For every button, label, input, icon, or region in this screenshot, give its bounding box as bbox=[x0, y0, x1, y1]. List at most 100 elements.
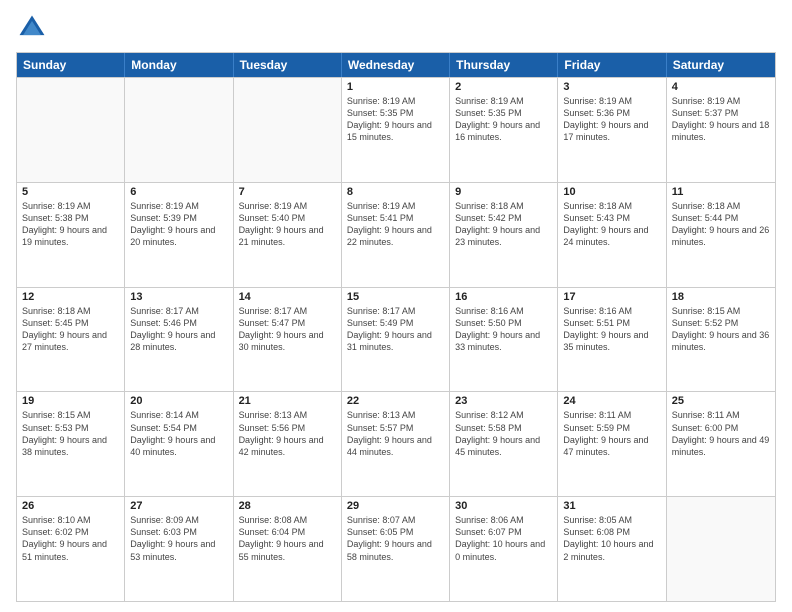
calendar-day-16: 16 Sunrise: 8:16 AM Sunset: 5:50 PM Dayli… bbox=[450, 288, 558, 392]
header-cell-monday: Monday bbox=[125, 53, 233, 77]
calendar-day-empty bbox=[17, 78, 125, 182]
day-number: 9 bbox=[455, 186, 552, 198]
day-details: Sunrise: 8:14 AM Sunset: 5:54 PM Dayligh… bbox=[130, 409, 227, 458]
logo bbox=[16, 12, 52, 44]
day-details: Sunrise: 8:15 AM Sunset: 5:52 PM Dayligh… bbox=[672, 305, 770, 354]
day-number: 16 bbox=[455, 291, 552, 303]
header-cell-wednesday: Wednesday bbox=[342, 53, 450, 77]
header-cell-saturday: Saturday bbox=[667, 53, 775, 77]
day-details: Sunrise: 8:13 AM Sunset: 5:56 PM Dayligh… bbox=[239, 409, 336, 458]
day-details: Sunrise: 8:18 AM Sunset: 5:43 PM Dayligh… bbox=[563, 200, 660, 249]
day-number: 4 bbox=[672, 81, 770, 93]
day-number: 15 bbox=[347, 291, 444, 303]
calendar-day-7: 7Sunrise: 8:19 AM Sunset: 5:40 PM Daylig… bbox=[234, 183, 342, 287]
calendar-week-4: 19Sunrise: 8:15 AM Sunset: 5:53 PM Dayli… bbox=[17, 391, 775, 496]
day-number: 5 bbox=[22, 186, 119, 198]
calendar: SundayMondayTuesdayWednesdayThursdayFrid… bbox=[16, 52, 776, 602]
day-number: 3 bbox=[563, 81, 660, 93]
day-number: 12 bbox=[22, 291, 119, 303]
day-number: 18 bbox=[672, 291, 770, 303]
calendar-day-27: 27 Sunrise: 8:09 AM Sunset: 6:03 PM Dayli… bbox=[125, 497, 233, 601]
day-details: Sunrise: 8:08 AM Sunset: 6:04 PM Dayligh… bbox=[239, 514, 336, 563]
calendar-day-31: 31Sunrise: 8:05 AM Sunset: 6:08 PM Dayli… bbox=[558, 497, 666, 601]
day-number: 17 bbox=[563, 291, 660, 303]
calendar-day-2: 2 Sunrise: 8:19 AM Sunset: 5:35 PM Daylig… bbox=[450, 78, 558, 182]
day-details: Sunrise: 8:17 AM Sunset: 5:46 PM Dayligh… bbox=[130, 305, 227, 354]
calendar-day-14: 14Sunrise: 8:17 AM Sunset: 5:47 PM Dayli… bbox=[234, 288, 342, 392]
day-details: Sunrise: 8:10 AM Sunset: 6:02 PM Dayligh… bbox=[22, 514, 119, 563]
day-number: 23 bbox=[455, 395, 552, 407]
logo-icon bbox=[16, 12, 48, 44]
day-number: 1 bbox=[347, 81, 444, 93]
header bbox=[16, 12, 776, 44]
day-details: Sunrise: 8:16 AM Sunset: 5:50 PM Dayligh… bbox=[455, 305, 552, 354]
calendar-day-30: 30Sunrise: 8:06 AM Sunset: 6:07 PM Dayli… bbox=[450, 497, 558, 601]
calendar-day-9: 9 Sunrise: 8:18 AM Sunset: 5:42 PM Daylig… bbox=[450, 183, 558, 287]
calendar-day-15: 15 Sunrise: 8:17 AM Sunset: 5:49 PM Dayli… bbox=[342, 288, 450, 392]
calendar-day-24: 24Sunrise: 8:11 AM Sunset: 5:59 PM Dayli… bbox=[558, 392, 666, 496]
calendar-day-29: 29Sunrise: 8:07 AM Sunset: 6:05 PM Dayli… bbox=[342, 497, 450, 601]
calendar-day-empty bbox=[234, 78, 342, 182]
day-details: Sunrise: 8:19 AM Sunset: 5:40 PM Dayligh… bbox=[239, 200, 336, 249]
day-details: Sunrise: 8:09 AM Sunset: 6:03 PM Dayligh… bbox=[130, 514, 227, 563]
calendar-day-21: 21 Sunrise: 8:13 AM Sunset: 5:56 PM Dayli… bbox=[234, 392, 342, 496]
day-details: Sunrise: 8:12 AM Sunset: 5:58 PM Dayligh… bbox=[455, 409, 552, 458]
calendar-body: 1 Sunrise: 8:19 AM Sunset: 5:35 PM Daylig… bbox=[17, 77, 775, 601]
calendar-week-3: 12 Sunrise: 8:18 AM Sunset: 5:45 PM Dayli… bbox=[17, 287, 775, 392]
day-number: 2 bbox=[455, 81, 552, 93]
day-number: 21 bbox=[239, 395, 336, 407]
day-number: 10 bbox=[563, 186, 660, 198]
day-details: Sunrise: 8:19 AM Sunset: 5:36 PM Dayligh… bbox=[563, 95, 660, 144]
day-details: Sunrise: 8:19 AM Sunset: 5:38 PM Dayligh… bbox=[22, 200, 119, 249]
calendar-day-empty bbox=[125, 78, 233, 182]
calendar-day-empty bbox=[667, 497, 775, 601]
day-number: 27 bbox=[130, 500, 227, 512]
calendar-day-5: 5 Sunrise: 8:19 AM Sunset: 5:38 PM Daylig… bbox=[17, 183, 125, 287]
calendar-day-18: 18 Sunrise: 8:15 AM Sunset: 5:52 PM Dayli… bbox=[667, 288, 775, 392]
day-number: 22 bbox=[347, 395, 444, 407]
day-details: Sunrise: 8:17 AM Sunset: 5:47 PM Dayligh… bbox=[239, 305, 336, 354]
calendar-day-6: 6 Sunrise: 8:19 AM Sunset: 5:39 PM Daylig… bbox=[125, 183, 233, 287]
day-details: Sunrise: 8:16 AM Sunset: 5:51 PM Dayligh… bbox=[563, 305, 660, 354]
calendar-day-3: 3 Sunrise: 8:19 AM Sunset: 5:36 PM Daylig… bbox=[558, 78, 666, 182]
day-details: Sunrise: 8:06 AM Sunset: 6:07 PM Dayligh… bbox=[455, 514, 552, 563]
day-details: Sunrise: 8:18 AM Sunset: 5:45 PM Dayligh… bbox=[22, 305, 119, 354]
day-number: 20 bbox=[130, 395, 227, 407]
header-cell-friday: Friday bbox=[558, 53, 666, 77]
day-details: Sunrise: 8:19 AM Sunset: 5:35 PM Dayligh… bbox=[347, 95, 444, 144]
calendar-day-28: 28 Sunrise: 8:08 AM Sunset: 6:04 PM Dayli… bbox=[234, 497, 342, 601]
day-number: 13 bbox=[130, 291, 227, 303]
calendar-week-2: 5 Sunrise: 8:19 AM Sunset: 5:38 PM Daylig… bbox=[17, 182, 775, 287]
calendar-day-19: 19Sunrise: 8:15 AM Sunset: 5:53 PM Dayli… bbox=[17, 392, 125, 496]
calendar-day-1: 1 Sunrise: 8:19 AM Sunset: 5:35 PM Daylig… bbox=[342, 78, 450, 182]
day-details: Sunrise: 8:19 AM Sunset: 5:35 PM Dayligh… bbox=[455, 95, 552, 144]
day-number: 29 bbox=[347, 500, 444, 512]
calendar-header: SundayMondayTuesdayWednesdayThursdayFrid… bbox=[17, 53, 775, 77]
calendar-week-5: 26 Sunrise: 8:10 AM Sunset: 6:02 PM Dayli… bbox=[17, 496, 775, 601]
header-cell-tuesday: Tuesday bbox=[234, 53, 342, 77]
day-details: Sunrise: 8:19 AM Sunset: 5:39 PM Dayligh… bbox=[130, 200, 227, 249]
calendar-day-23: 23 Sunrise: 8:12 AM Sunset: 5:58 PM Dayli… bbox=[450, 392, 558, 496]
day-details: Sunrise: 8:19 AM Sunset: 5:41 PM Dayligh… bbox=[347, 200, 444, 249]
calendar-day-26: 26 Sunrise: 8:10 AM Sunset: 6:02 PM Dayli… bbox=[17, 497, 125, 601]
calendar-day-12: 12 Sunrise: 8:18 AM Sunset: 5:45 PM Dayli… bbox=[17, 288, 125, 392]
calendar-day-11: 11Sunrise: 8:18 AM Sunset: 5:44 PM Dayli… bbox=[667, 183, 775, 287]
day-number: 6 bbox=[130, 186, 227, 198]
calendar-day-20: 20 Sunrise: 8:14 AM Sunset: 5:54 PM Dayli… bbox=[125, 392, 233, 496]
calendar-day-25: 25Sunrise: 8:11 AM Sunset: 6:00 PM Dayli… bbox=[667, 392, 775, 496]
calendar-day-17: 17 Sunrise: 8:16 AM Sunset: 5:51 PM Dayli… bbox=[558, 288, 666, 392]
day-details: Sunrise: 8:05 AM Sunset: 6:08 PM Dayligh… bbox=[563, 514, 660, 563]
calendar-week-1: 1 Sunrise: 8:19 AM Sunset: 5:35 PM Daylig… bbox=[17, 77, 775, 182]
day-number: 26 bbox=[22, 500, 119, 512]
day-details: Sunrise: 8:18 AM Sunset: 5:42 PM Dayligh… bbox=[455, 200, 552, 249]
day-number: 8 bbox=[347, 186, 444, 198]
day-details: Sunrise: 8:15 AM Sunset: 5:53 PM Dayligh… bbox=[22, 409, 119, 458]
header-cell-thursday: Thursday bbox=[450, 53, 558, 77]
header-cell-sunday: Sunday bbox=[17, 53, 125, 77]
day-number: 28 bbox=[239, 500, 336, 512]
calendar-day-13: 13 Sunrise: 8:17 AM Sunset: 5:46 PM Dayli… bbox=[125, 288, 233, 392]
day-details: Sunrise: 8:13 AM Sunset: 5:57 PM Dayligh… bbox=[347, 409, 444, 458]
calendar-day-22: 22 Sunrise: 8:13 AM Sunset: 5:57 PM Dayli… bbox=[342, 392, 450, 496]
day-details: Sunrise: 8:17 AM Sunset: 5:49 PM Dayligh… bbox=[347, 305, 444, 354]
calendar-day-10: 10 Sunrise: 8:18 AM Sunset: 5:43 PM Dayli… bbox=[558, 183, 666, 287]
